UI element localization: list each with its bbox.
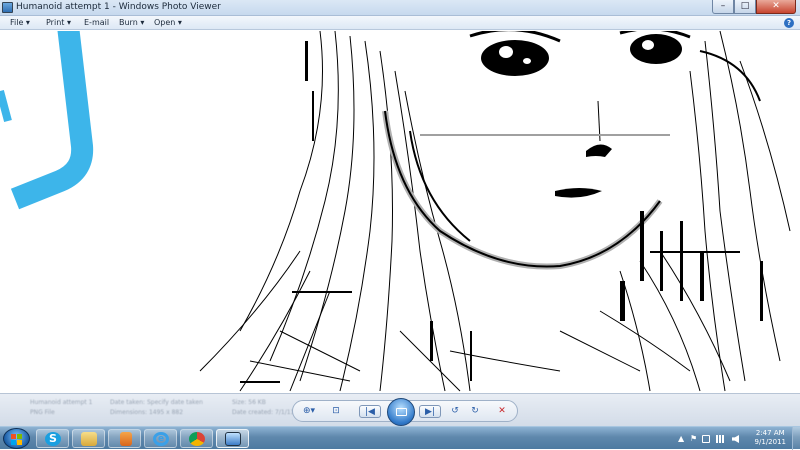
start-button[interactable] (3, 428, 30, 449)
menu-file[interactable]: File ▾ (10, 18, 30, 27)
menu-email[interactable]: E-mail (84, 18, 109, 27)
folder-icon (81, 432, 97, 446)
internet-explorer-icon: e (153, 432, 169, 446)
action-center-flag-icon[interactable]: ⚑ (690, 434, 697, 443)
info-file-name: Humanoid attempt 1 (30, 399, 93, 406)
delete-button[interactable]: ✕ (495, 405, 509, 418)
menu-open[interactable]: Open ▾ (154, 18, 182, 27)
menu-print[interactable]: Print ▾ (46, 18, 71, 27)
actual-size-button[interactable]: ⊡ (329, 405, 343, 418)
taskbar-explorer[interactable] (72, 429, 105, 448)
title-bar: Humanoid attempt 1 - Windows Photo Viewe… (0, 0, 800, 16)
windows-logo-red (11, 434, 16, 439)
skype-icon: S (45, 432, 61, 446)
slideshow-button[interactable] (387, 398, 415, 426)
playback-controls: ⊕▾ ⊡ |◀ ▶| ↺ ↻ ✕ (292, 398, 518, 426)
info-date-created: Date created: 7/1/11 (232, 409, 295, 416)
info-size: Size: 56 KB (232, 399, 266, 406)
slideshow-icon (396, 408, 407, 416)
info-file-type: PNG File (30, 409, 55, 416)
taskbar-media-player[interactable] (108, 429, 141, 448)
next-button[interactable]: ▶| (419, 405, 441, 418)
zoom-button[interactable]: ⊕▾ (297, 405, 321, 418)
chrome-icon (189, 432, 205, 446)
media-player-icon (120, 432, 132, 446)
info-date-taken: Date taken: Specify date taken (110, 399, 203, 406)
taskbar-internet-explorer[interactable]: e (144, 429, 177, 448)
show-desktop-button[interactable] (792, 427, 800, 450)
taskbar-photo-viewer[interactable] (216, 429, 249, 448)
network-signal-icon[interactable] (716, 435, 726, 443)
windows-logo-yellow (17, 440, 22, 445)
photo-viewer-icon (2, 2, 13, 13)
window-controls: – □ ✕ (712, 0, 796, 15)
show-hidden-icons[interactable]: ▲ (678, 434, 684, 443)
sketch-image (0, 31, 791, 392)
clock-date: 9/1/2011 (754, 438, 786, 446)
windows-logo-blue (11, 440, 16, 445)
rotate-clockwise-button[interactable]: ↻ (469, 405, 481, 418)
close-button[interactable]: ✕ (756, 0, 796, 14)
windows-logo-green (17, 434, 22, 439)
device-icon[interactable] (702, 435, 710, 443)
previous-button[interactable]: |◀ (359, 405, 381, 418)
taskbar-skype[interactable]: S (36, 429, 69, 448)
taskbar: S e ▲ ⚑ 2:47 AM 9/1/2011 (0, 426, 800, 450)
maximize-button[interactable]: □ (734, 0, 756, 14)
window-title: Humanoid attempt 1 - Windows Photo Viewe… (16, 2, 221, 12)
minimize-button[interactable]: – (712, 0, 734, 14)
system-tray: ▲ ⚑ 2:47 AM 9/1/2011 (674, 427, 800, 450)
taskbar-chrome[interactable] (180, 429, 213, 448)
system-clock[interactable]: 2:47 AM 9/1/2011 (755, 429, 786, 447)
info-dimensions: Dimensions: 1495 x 882 (110, 409, 184, 416)
menu-bar: File ▾ Print ▾ E-mail Burn ▾ Open ▾ ? (0, 16, 800, 30)
menu-burn[interactable]: Burn ▾ (119, 18, 144, 27)
viewer-control-bar: Humanoid attempt 1 PNG File Date taken: … (0, 393, 800, 426)
volume-icon[interactable] (732, 435, 739, 443)
image-canvas[interactable] (0, 31, 800, 393)
clock-time: 2:47 AM (755, 429, 785, 437)
rotate-counterclockwise-button[interactable]: ↺ (449, 405, 461, 418)
help-icon[interactable]: ? (784, 18, 794, 28)
photo-viewer-taskbar-icon (225, 432, 241, 446)
